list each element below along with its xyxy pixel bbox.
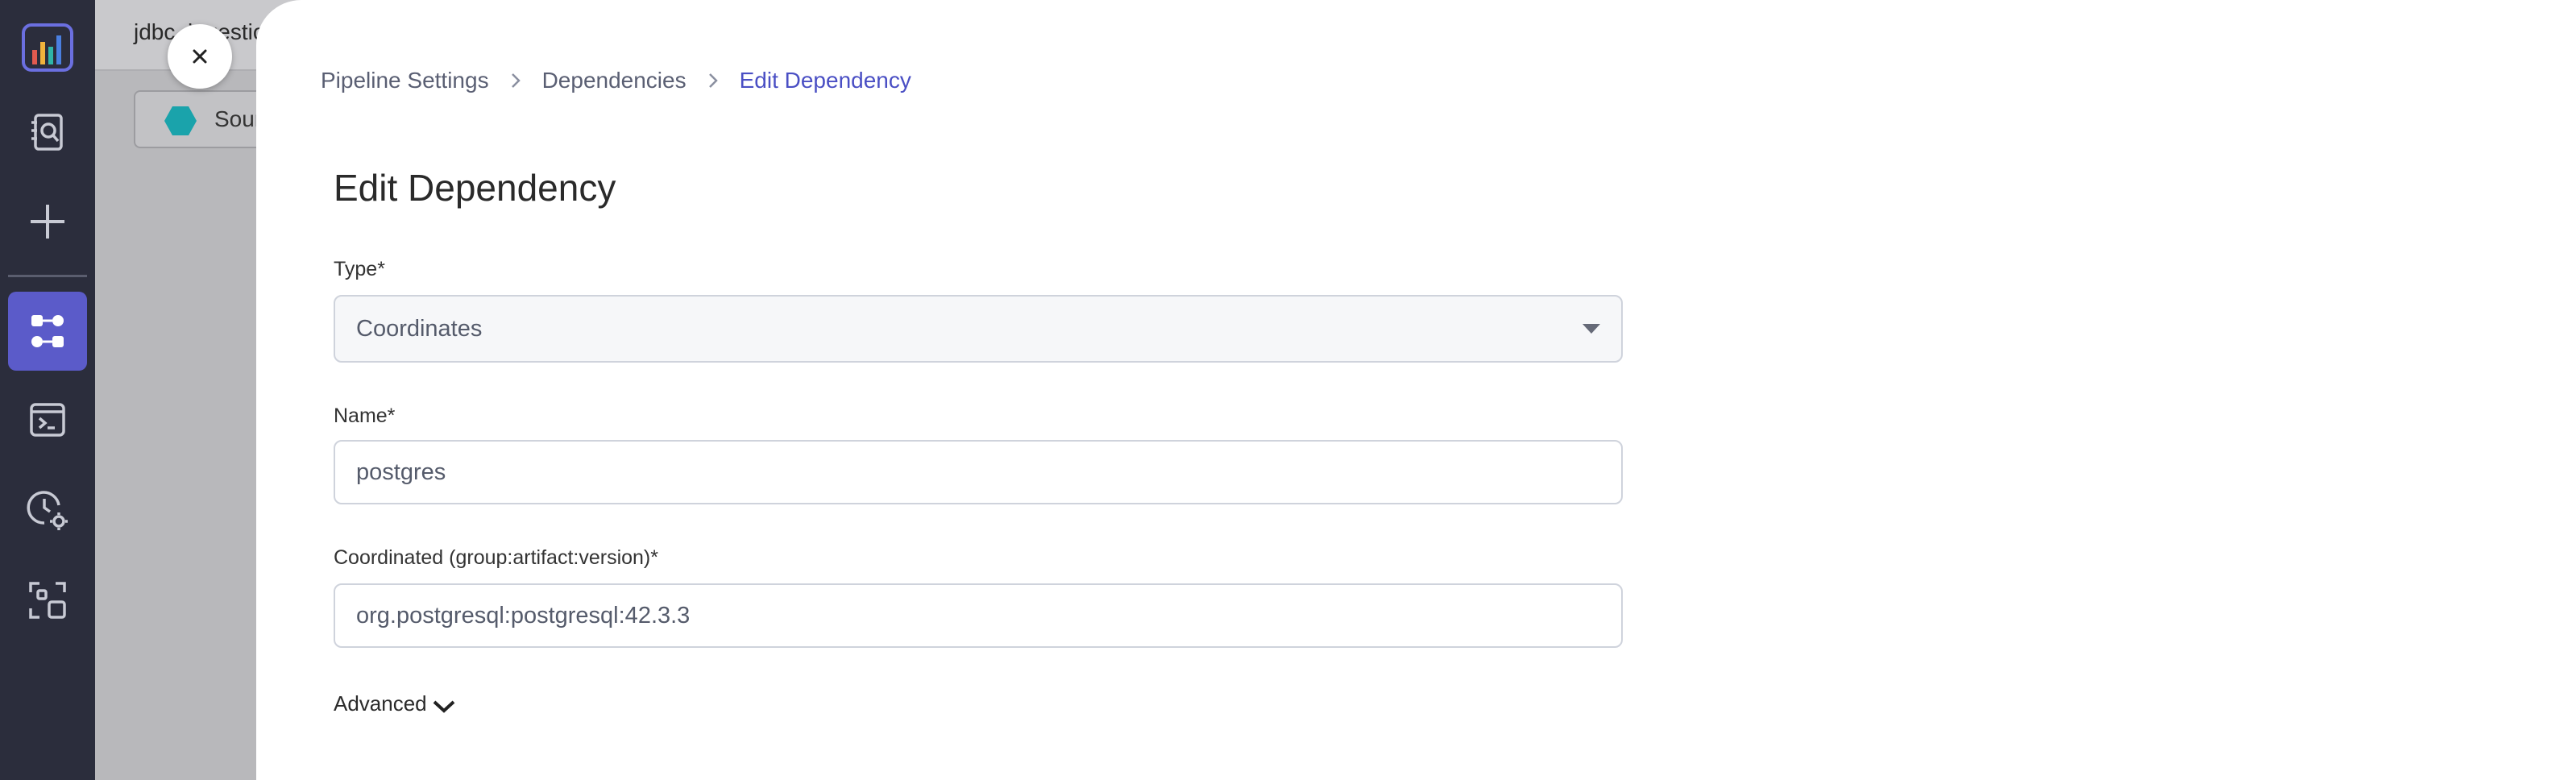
advanced-label: Advanced <box>334 691 427 716</box>
name-label: Name* <box>334 405 396 427</box>
plus-icon <box>31 205 64 239</box>
search-document-icon <box>31 114 63 151</box>
edit-dependency-drawer <box>256 0 2576 780</box>
terminal-icon <box>30 403 65 437</box>
logo-chart-icon <box>22 23 73 72</box>
type-label: Type* <box>334 258 385 280</box>
close-icon <box>193 49 207 64</box>
breadcrumb: Pipeline Settings Dependencies Edit Depe… <box>321 64 911 97</box>
scan-frame-icon <box>29 582 66 619</box>
close-drawer-button[interactable] <box>168 24 232 89</box>
caret-down-icon <box>1583 324 1600 334</box>
nav-add[interactable] <box>8 182 87 261</box>
chevron-right-icon <box>510 72 521 89</box>
left-nav-rail <box>0 0 95 780</box>
coordinates-input-value: org.postgresql:postgresql:42.3.3 <box>356 602 691 629</box>
coordinates-label: Coordinated (group:artifact:version)* <box>334 546 658 569</box>
breadcrumb-pipeline-settings[interactable]: Pipeline Settings <box>321 68 489 93</box>
clock-settings-icon <box>27 491 68 530</box>
type-select[interactable]: Coordinates <box>334 295 1623 363</box>
nav-schedules[interactable] <box>8 471 87 550</box>
nav-logo[interactable] <box>8 8 87 87</box>
nav-divider <box>8 275 87 277</box>
nav-pipelines[interactable] <box>8 292 87 371</box>
breadcrumb-dependencies[interactable]: Dependencies <box>542 68 687 93</box>
nav-terminal[interactable] <box>8 380 87 459</box>
coordinates-input[interactable]: org.postgresql:postgresql:42.3.3 <box>334 583 1623 648</box>
name-input-value: postgres <box>356 458 446 485</box>
chevron-down-icon <box>433 700 455 713</box>
nav-scan[interactable] <box>8 561 87 640</box>
name-input[interactable]: postgres <box>334 440 1623 504</box>
advanced-toggle[interactable]: Advanced <box>334 691 456 716</box>
breadcrumb-edit-dependency: Edit Dependency <box>739 68 911 93</box>
page-title: Edit Dependency <box>334 167 616 209</box>
hexagon-icon <box>164 106 197 135</box>
type-select-value: Coordinates <box>356 315 483 342</box>
pipeline-nodes-icon <box>31 315 64 347</box>
nav-search-docs[interactable] <box>8 93 87 172</box>
chevron-right-icon <box>707 72 719 89</box>
